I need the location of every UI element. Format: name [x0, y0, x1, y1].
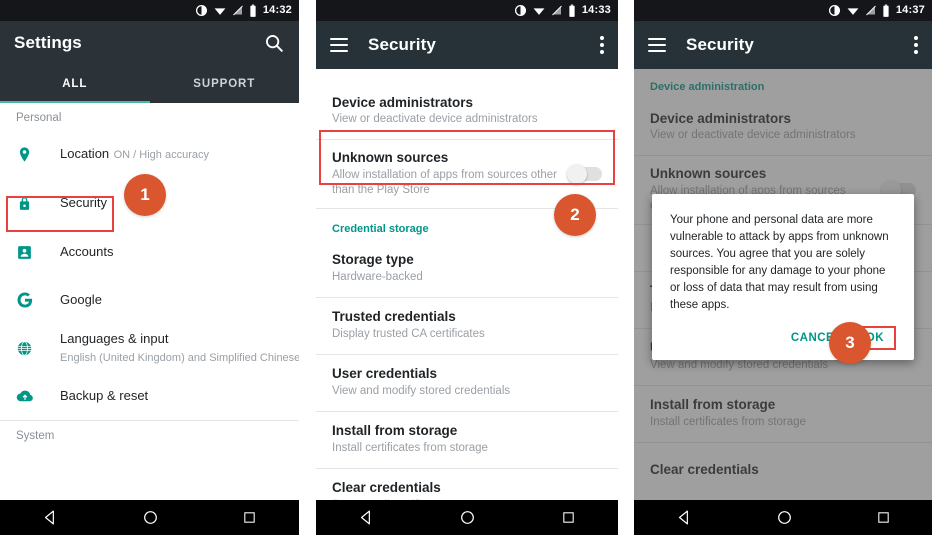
security-row-install-from-storage[interactable]: Install from storage Install certificate…: [316, 412, 618, 468]
settings-row-google[interactable]: Google: [0, 276, 299, 324]
status-clock: 14:33: [581, 4, 611, 16]
search-icon[interactable]: [263, 32, 285, 54]
settings-list: Personal Location ON / High accuracy Sec…: [0, 103, 299, 448]
settings-row-backup-reset[interactable]: Backup & reset: [0, 372, 299, 420]
row-title: Languages & input: [60, 331, 169, 346]
status-bar: 14:32: [0, 0, 299, 21]
security-list: Device administrators View or deactivate…: [316, 69, 618, 525]
unknown-sources-alert-dialog: Your phone and personal data are more vu…: [652, 194, 914, 361]
app-bar: Settings: [0, 21, 299, 65]
row-subtitle: ON / High accuracy: [113, 149, 209, 161]
row-title: Storage type: [332, 252, 414, 268]
row-title: Unknown sources: [332, 150, 449, 165]
three-panel-tutorial-screenshot: 14:32 Settings ALL SUPPORT Personal Loca…: [0, 0, 932, 535]
app-title: Security: [686, 35, 754, 54]
row-subtitle: View or deactivate device administrators: [332, 113, 538, 126]
tab-support[interactable]: SUPPORT: [150, 65, 300, 103]
row-title: Trusted credentials: [332, 309, 456, 325]
tab-all[interactable]: ALL: [0, 65, 150, 103]
status-bar: 14:33: [316, 0, 618, 21]
back-button[interactable]: [358, 509, 375, 526]
back-button[interactable]: [42, 509, 59, 526]
step-badge-1: 1: [124, 174, 166, 216]
row-subtitle: Allow installation of apps from sources …: [332, 168, 557, 196]
battery-icon: [569, 4, 575, 17]
app-bar: Security: [316, 21, 618, 69]
cloud-upload-icon: [16, 387, 42, 405]
row-subtitle: English (United Kingdom) and Simplified …: [60, 352, 299, 364]
section-header-system: System: [16, 430, 55, 442]
battery-icon: [883, 4, 889, 17]
nav-bar: [316, 500, 618, 535]
security-row-trusted-credentials[interactable]: Trusted credentials Display trusted CA c…: [316, 298, 618, 354]
home-button[interactable]: [776, 509, 793, 526]
globe-icon: [16, 340, 42, 357]
row-subtitle: View and modify stored credentials: [332, 385, 511, 398]
row-title: Security: [60, 195, 107, 210]
hamburger-icon[interactable]: [330, 38, 348, 52]
row-subtitle: Install certificates from storage: [332, 442, 488, 455]
nav-bar: [0, 500, 299, 535]
row-title: Backup & reset: [60, 388, 149, 403]
app-title: Security: [368, 35, 436, 54]
settings-row-accounts[interactable]: Accounts: [0, 228, 299, 276]
lock-icon: [16, 195, 42, 212]
signal-off-icon: [233, 5, 243, 16]
settings-row-languages-input[interactable]: Languages & input English (United Kingdo…: [0, 324, 299, 372]
row-subtitle: Hardware-backed: [332, 271, 423, 284]
dnd-icon: [828, 4, 840, 17]
row-title: Accounts: [60, 244, 114, 259]
account-box-icon: [16, 244, 42, 261]
status-clock: 14:32: [262, 4, 292, 16]
status-bar: 14:37: [634, 0, 932, 21]
row-title: Device administrators: [332, 94, 474, 110]
security-row-device-administrators[interactable]: Device administrators View or deactivate…: [316, 83, 618, 139]
step-badge-3: 3: [829, 322, 871, 364]
dnd-icon: [195, 4, 207, 17]
hamburger-icon[interactable]: [648, 38, 666, 52]
app-title: Settings: [14, 33, 82, 52]
overflow-menu-icon[interactable]: [914, 36, 918, 54]
app-bar: Security: [634, 21, 932, 69]
settings-row-location[interactable]: Location ON / High accuracy: [0, 130, 299, 178]
row-title: Clear credentials: [332, 480, 441, 496]
home-button[interactable]: [459, 509, 476, 526]
wifi-icon: [533, 8, 545, 15]
row-title: Install from storage: [332, 423, 458, 439]
nav-bar: [634, 500, 932, 535]
security-row-storage-type[interactable]: Storage type Hardware-backed: [316, 241, 618, 297]
recents-button[interactable]: [242, 510, 257, 525]
wifi-icon: [847, 8, 859, 15]
row-title: User credentials: [332, 366, 438, 382]
home-button[interactable]: [142, 509, 159, 526]
recents-button[interactable]: [561, 510, 576, 525]
recents-button[interactable]: [876, 510, 891, 525]
phone-panel-security: 14:33 Security Device administrators Vie…: [316, 0, 618, 535]
row-subtitle: Display trusted CA certificates: [332, 328, 485, 341]
unknown-sources-toggle[interactable]: [567, 163, 602, 184]
google-g-icon: [16, 291, 42, 309]
section-header-personal: Personal: [16, 112, 62, 124]
security-row-user-credentials[interactable]: User credentials View and modify stored …: [316, 355, 618, 411]
phone-panel-settings: 14:32 Settings ALL SUPPORT Personal Loca…: [0, 0, 299, 535]
signal-off-icon: [552, 5, 562, 16]
battery-icon: [250, 4, 256, 17]
row-title: Location: [60, 146, 110, 161]
tab-bar: ALL SUPPORT: [0, 65, 299, 103]
location-pin-icon: [16, 146, 42, 163]
signal-off-icon: [866, 5, 876, 16]
overflow-menu-icon[interactable]: [600, 36, 604, 54]
toggle-knob: [567, 163, 587, 184]
back-button[interactable]: [676, 509, 693, 526]
status-clock: 14:37: [895, 4, 925, 16]
step-badge-2: 2: [554, 194, 596, 236]
dialog-message: Your phone and personal data are more vu…: [670, 214, 889, 312]
row-title: Google: [60, 292, 102, 307]
wifi-icon: [214, 8, 226, 15]
phone-panel-security-dialog: 14:37 Security Device administration Dev…: [634, 0, 932, 535]
dnd-icon: [514, 4, 526, 17]
